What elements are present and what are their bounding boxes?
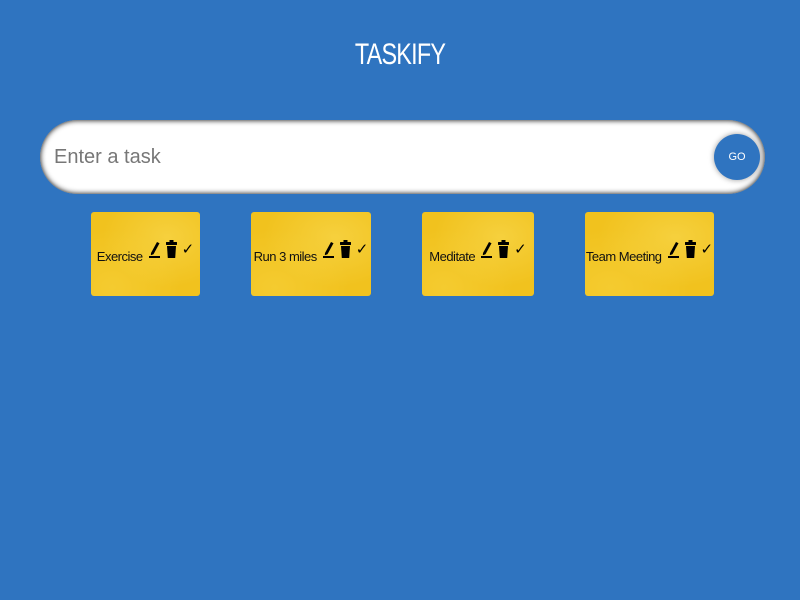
go-button[interactable]: GO (714, 134, 760, 180)
task-actions: ✓ (148, 240, 195, 258)
task-card: Run 3 miles ✓ (251, 212, 371, 296)
task-text: Meditate (429, 248, 476, 264)
delete-icon[interactable] (684, 240, 696, 258)
task-actions: ✓ (322, 240, 369, 258)
task-card: Team Meeting ✓ (585, 212, 714, 296)
task-text: Team Meeting (585, 248, 662, 264)
task-text: Run 3 miles (253, 248, 318, 264)
app-title: TASKIFY (354, 38, 446, 71)
task-form: GO (40, 120, 765, 194)
delete-icon[interactable] (498, 240, 510, 258)
edit-icon[interactable] (667, 240, 680, 258)
delete-icon[interactable] (339, 240, 351, 258)
task-text: Exercise (96, 248, 143, 264)
task-input[interactable] (40, 120, 765, 194)
task-list: Exercise ✓ Run 3 miles ✓ Meditate ✓ Team… (0, 212, 800, 296)
check-icon[interactable]: ✓ (182, 242, 195, 257)
edit-icon[interactable] (322, 240, 335, 258)
task-actions: ✓ (667, 240, 714, 258)
edit-icon[interactable] (148, 240, 161, 258)
check-icon[interactable]: ✓ (356, 242, 369, 257)
task-card: Meditate ✓ (422, 212, 534, 296)
check-icon[interactable]: ✓ (514, 242, 527, 257)
edit-icon[interactable] (481, 240, 493, 258)
delete-icon[interactable] (165, 240, 177, 258)
task-actions: ✓ (481, 240, 527, 258)
task-card: Exercise ✓ (91, 212, 200, 296)
check-icon[interactable]: ✓ (701, 242, 714, 257)
